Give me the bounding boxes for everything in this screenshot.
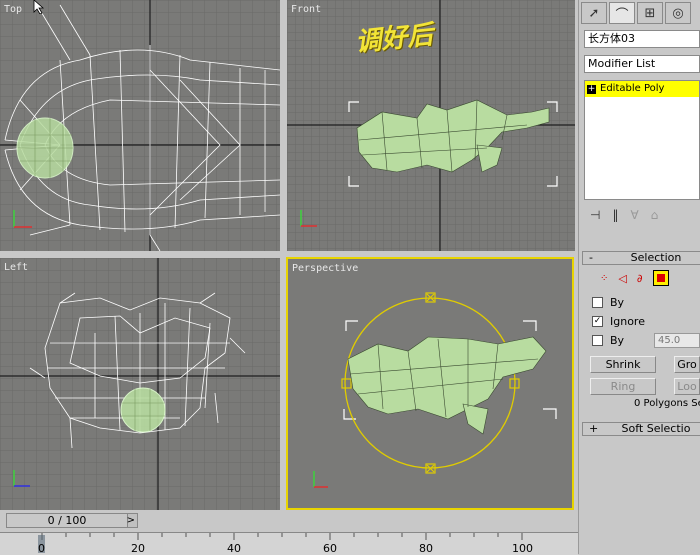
tick-label: 100: [512, 542, 533, 555]
edge-icon[interactable]: ◁: [618, 272, 626, 285]
stack-item-editable-poly[interactable]: + Editable Poly: [585, 81, 699, 97]
next-frame-arrow-icon[interactable]: >: [127, 514, 135, 527]
by-angle-checkbox[interactable]: [592, 335, 603, 346]
soft-selection-rollout-header[interactable]: + Soft Selectio: [582, 422, 700, 436]
vertex-icon[interactable]: ⁘: [600, 273, 608, 284]
viewport-label-front[interactable]: Front: [291, 4, 321, 15]
track-bar-ruler[interactable]: 0 20 40 60 80 100: [0, 532, 578, 555]
ignore-backfacing-checkbox[interactable]: ✓: [592, 316, 603, 327]
viewport-perspective[interactable]: Perspective: [286, 257, 574, 510]
angle-spinner[interactable]: 45.0: [654, 333, 700, 348]
mouse-cursor-icon: [33, 0, 45, 14]
hierarchy-icon[interactable]: ⊞: [637, 2, 663, 24]
remove-modifier-icon[interactable]: ⌂: [651, 208, 659, 222]
selection-status: 0 Polygons Se: [634, 398, 700, 409]
time-slider-thumb[interactable]: 0 / 100: [7, 514, 128, 527]
tick-label: 0: [38, 542, 45, 555]
perspective-viewport-grid: [288, 259, 572, 508]
polygon-icon[interactable]: [652, 270, 669, 286]
by-vertex-checkbox[interactable]: [592, 297, 603, 308]
viewport-top[interactable]: Top: [0, 0, 280, 251]
timeline-bar: 0 / 100 > 0 20 40 60 80 100: [0, 510, 578, 555]
left-viewport-grid: [0, 258, 280, 510]
pin-stack-icon[interactable]: ⊣: [590, 208, 600, 222]
ignore-backfacing-label: Ignore: [610, 315, 645, 328]
ring-button[interactable]: Ring: [590, 378, 656, 395]
modifier-stack: + Editable Poly: [584, 80, 700, 200]
tick-label: 40: [227, 542, 241, 555]
stack-item-label: Editable Poly: [600, 83, 665, 94]
stack-toolbar: ⊣ ‖ ∀ ⌂: [590, 206, 700, 224]
tick-label: 20: [131, 542, 145, 555]
loop-button[interactable]: Loo: [674, 378, 700, 395]
expand-plus-icon[interactable]: +: [587, 84, 596, 94]
top-viewport-grid: [0, 0, 280, 251]
time-slider[interactable]: 0 / 100 >: [6, 513, 138, 528]
make-unique-icon[interactable]: ∀: [630, 208, 638, 222]
create-arrow-icon[interactable]: ➚: [581, 2, 607, 24]
grow-button[interactable]: Gro: [674, 356, 700, 373]
by-angle-label: By: [610, 334, 625, 347]
modifier-list-dropdown[interactable]: Modifier List: [584, 55, 700, 73]
shrink-button[interactable]: Shrink: [590, 356, 656, 373]
selection-rollout-header[interactable]: - Selection: [582, 251, 700, 265]
ruler-ticks: [38, 533, 523, 553]
viewport-label-perspective[interactable]: Perspective: [292, 263, 358, 274]
viewport-label-top[interactable]: Top: [4, 4, 22, 15]
show-end-result-icon[interactable]: ‖: [612, 208, 618, 222]
border-icon[interactable]: ∂: [637, 272, 643, 285]
subobject-level-icons: ⁘ ◁ ∂: [600, 270, 669, 286]
viewport-label-left[interactable]: Left: [4, 262, 28, 273]
by-vertex-label: By: [610, 296, 625, 309]
motion-icon[interactable]: ◎: [665, 2, 691, 24]
modify-icon[interactable]: ⌒: [609, 2, 635, 24]
tick-label: 80: [419, 542, 433, 555]
viewport-left[interactable]: Left: [0, 258, 280, 510]
object-name-field[interactable]: 长方体03: [584, 30, 700, 48]
command-panel-tabs: ➚ ⌒ ⊞ ◎: [581, 2, 700, 26]
tick-label: 60: [323, 542, 337, 555]
